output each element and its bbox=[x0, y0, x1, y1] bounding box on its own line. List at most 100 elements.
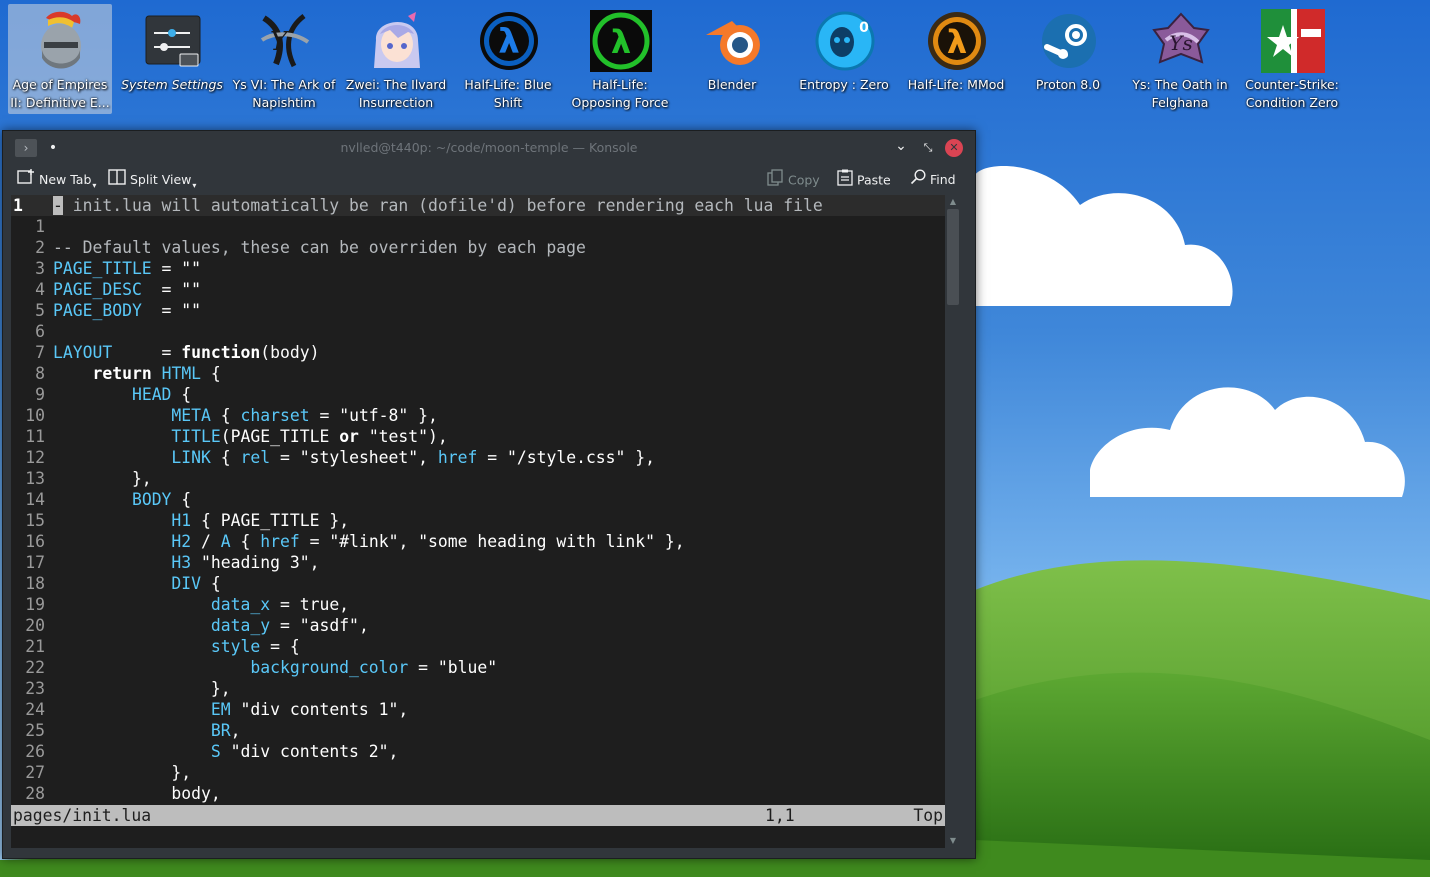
desktop-icon-half-life-mmod[interactable]: λ Half-Life: MMod bbox=[904, 4, 1008, 114]
scroll-up-arrow-icon[interactable]: ▲ bbox=[945, 195, 961, 209]
desktop-icon-half-life-blue-shift[interactable]: λ Half-Life: Blue Shift bbox=[456, 4, 560, 114]
line-number: 7 bbox=[35, 343, 45, 362]
blender-icon bbox=[700, 8, 766, 74]
code-line: 5 PAGE_BODY = "" bbox=[11, 300, 945, 321]
new-tab-button[interactable]: New Tab▾ bbox=[17, 169, 96, 191]
desktop-icon-label: Ys VI: The Ark of Napishtim bbox=[232, 77, 336, 110]
find-button[interactable]: Find bbox=[910, 169, 956, 191]
code-token: "stylesheet" bbox=[299, 448, 419, 467]
code-token: , bbox=[309, 553, 320, 572]
code-token: = bbox=[309, 406, 340, 425]
desktop-icon-zwei[interactable]: Zwei: The Ilvard Insurrection bbox=[344, 4, 448, 114]
code-token: }, bbox=[408, 406, 438, 425]
close-button[interactable]: ✕ bbox=[945, 139, 963, 157]
desktop-icon-counter-strike[interactable]: Counter-Strike: Condition Zero bbox=[1240, 4, 1344, 114]
code-token: A bbox=[220, 532, 231, 551]
pin-icon[interactable]: • bbox=[46, 139, 60, 157]
ys-icon: Y bbox=[252, 8, 318, 74]
terminal-view[interactable]: 1- init.lua will automatically be ran (d… bbox=[11, 195, 945, 848]
code-line: 21 style = { bbox=[11, 636, 945, 657]
status-scroll-position: Top bbox=[913, 806, 943, 825]
code-line: 6 bbox=[11, 321, 945, 342]
code-line: 8 return HTML { bbox=[11, 363, 945, 384]
code-token: (PAGE_TITLE bbox=[220, 427, 340, 446]
lambda-orange-icon: λ bbox=[924, 8, 990, 74]
code-line: 22 background_color = "blue" bbox=[11, 657, 945, 678]
desktop-icon-proton[interactable]: Proton 8.0 bbox=[1016, 4, 1120, 114]
vim-command-line[interactable] bbox=[11, 826, 945, 848]
paste-icon bbox=[837, 169, 853, 193]
desktop-icon-ys-vi[interactable]: Y Ys VI: The Ark of Napishtim bbox=[232, 4, 336, 114]
code-token: = bbox=[408, 658, 438, 677]
desktop-icon-age-of-empires[interactable]: Age of Empires II: Definitive E... bbox=[8, 4, 112, 114]
code-token: , bbox=[398, 700, 409, 719]
terminal-scrollbar[interactable]: ▲ ▼ bbox=[945, 195, 961, 848]
svg-text:Ys: Ys bbox=[1169, 31, 1192, 55]
line-number: 24 bbox=[25, 700, 45, 719]
code-line: 17 H3 "heading 3", bbox=[11, 552, 945, 573]
code-token: function bbox=[181, 343, 261, 362]
code-token: BR bbox=[210, 721, 231, 740]
paste-button[interactable]: Paste bbox=[837, 169, 891, 191]
desktop-icon-system-settings[interactable]: System Settings bbox=[120, 4, 224, 114]
code-token: }, bbox=[53, 763, 192, 782]
svg-text:0: 0 bbox=[859, 20, 869, 36]
chevron-down-icon: ▾ bbox=[92, 181, 97, 190]
split-view-button[interactable]: Split View▾ bbox=[108, 169, 196, 191]
code-token: PAGE_BODY bbox=[53, 301, 142, 320]
line-number: 3 bbox=[35, 259, 45, 278]
scrollbar-thumb[interactable] bbox=[947, 209, 959, 305]
desktop-icon-ys-oath[interactable]: Ys Ys: The Oath in Felghana bbox=[1128, 4, 1232, 114]
line-number: 13 bbox=[25, 469, 45, 488]
konsole-window[interactable]: nvlled@t440p: ~/code/moon-temple — Konso… bbox=[2, 130, 976, 859]
code-token: href bbox=[260, 532, 300, 551]
code-token: "div contents 2" bbox=[230, 742, 389, 761]
code-token: data_x bbox=[210, 595, 271, 614]
code-token: body, bbox=[53, 784, 221, 803]
line-number: 23 bbox=[25, 679, 45, 698]
line-number: 4 bbox=[35, 280, 45, 299]
maximize-button[interactable]: ⤡ bbox=[919, 139, 937, 157]
status-filename: pages/init.lua bbox=[13, 806, 152, 825]
line-number: 6 bbox=[35, 322, 45, 341]
code-token: { bbox=[210, 448, 241, 467]
code-token: return bbox=[92, 364, 152, 383]
current-line-number: 1 bbox=[13, 196, 23, 215]
split-view-icon bbox=[108, 169, 126, 192]
desktop-icon-entropy-zero[interactable]: 0 Entropy : Zero bbox=[792, 4, 896, 114]
split-view-label: Split View bbox=[130, 172, 192, 187]
desktop-icon-label: Counter-Strike: Condition Zero bbox=[1245, 77, 1339, 110]
minimize-button[interactable]: ⌄ bbox=[892, 139, 910, 157]
desktop-icon-label: Blender bbox=[707, 77, 757, 92]
window-titlebar[interactable]: nvlled@t440p: ~/code/moon-temple — Konso… bbox=[3, 131, 975, 165]
code-token: EM bbox=[210, 700, 231, 719]
desktop-icon-blender[interactable]: Blender bbox=[680, 4, 784, 114]
terminal-app-icon[interactable]: › bbox=[15, 139, 37, 157]
current-line-text: init.lua will automatically be ran (dofi… bbox=[62, 196, 823, 215]
cloud-lower bbox=[1090, 387, 1405, 497]
line-number: 22 bbox=[25, 658, 45, 677]
desktop-icon-half-life-opposing-force[interactable]: λ Half-Life: Opposing Force bbox=[568, 4, 672, 114]
cloud-upper bbox=[975, 166, 1233, 306]
code-token: { bbox=[201, 364, 221, 383]
copy-button[interactable]: Copy bbox=[767, 169, 820, 191]
code-line: 13 }, bbox=[11, 468, 945, 489]
desktop-icon-label: Zwei: The Ilvard Insurrection bbox=[345, 77, 447, 110]
code-token: { bbox=[171, 385, 192, 404]
copy-label: Copy bbox=[788, 172, 820, 188]
code-line: 1 bbox=[11, 216, 945, 237]
scroll-down-arrow-icon[interactable]: ▼ bbox=[945, 834, 961, 848]
code-token: background_color bbox=[250, 658, 409, 677]
code-line: 28 body, bbox=[11, 783, 945, 804]
copy-icon bbox=[767, 169, 784, 193]
code-token: "#link" bbox=[329, 532, 399, 551]
